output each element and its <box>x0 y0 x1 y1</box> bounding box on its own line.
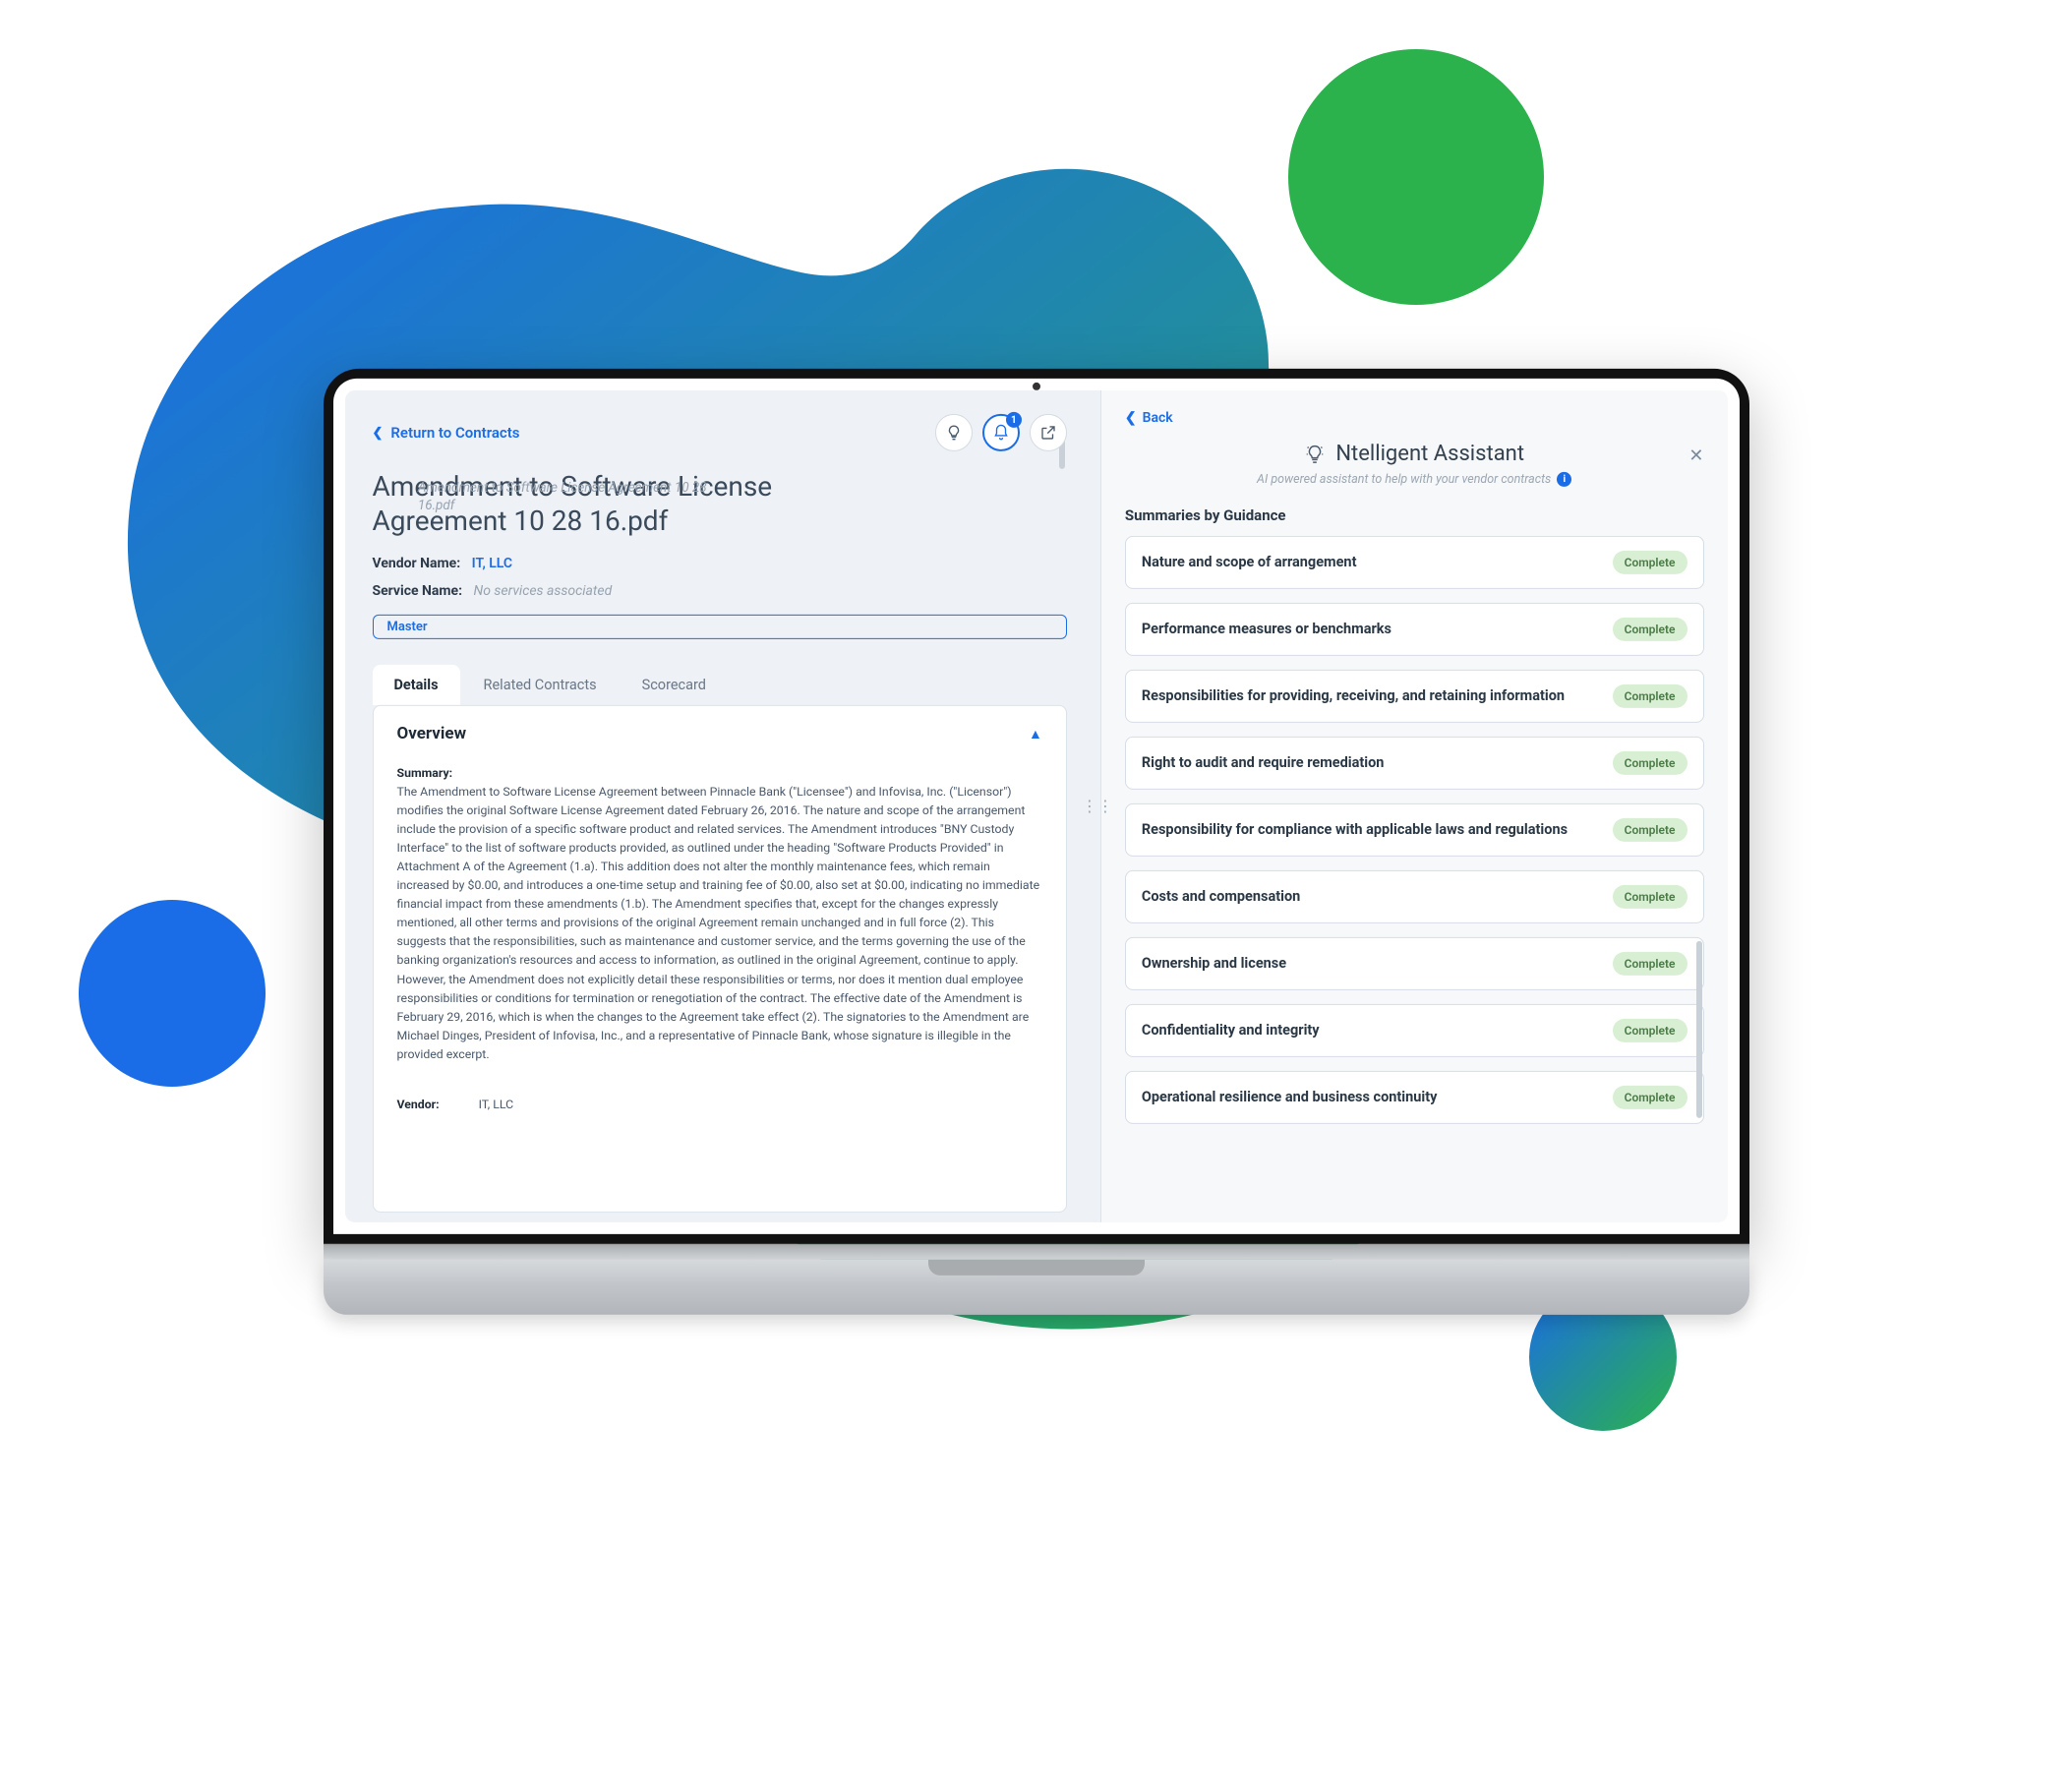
status-badge: Complete <box>1613 818 1687 842</box>
assistant-title-row: Ntelligent Assistant ✕ <box>1125 442 1704 466</box>
overview-vendor-row: Vendor: IT, LLC <box>397 1083 1042 1115</box>
laptop-mockup: ❮ Return to Contracts 1 <box>324 369 1749 1315</box>
tabs: Details Related Contracts Scorecard <box>373 665 1067 705</box>
close-assistant-button[interactable]: ✕ <box>1688 446 1703 466</box>
summary-item-title: Ownership and license <box>1142 954 1286 974</box>
status-badge: Complete <box>1613 551 1687 574</box>
sparkle-lightbulb-icon <box>1304 443 1326 464</box>
pane-divider[interactable]: ⋮⋮ <box>1095 390 1100 1222</box>
collapse-toggle[interactable]: ▲ <box>1029 725 1042 742</box>
app-window: ❮ Return to Contracts 1 <box>345 390 1728 1222</box>
summary-item[interactable]: Operational resilience and business cont… <box>1125 1071 1704 1124</box>
summary-item[interactable]: Responsibilities for providing, receivin… <box>1125 670 1704 723</box>
insights-button[interactable] <box>935 414 973 451</box>
file-subtitle: Amendment to Software License Agreement … <box>418 479 733 514</box>
summary-text: The Amendment to Software License Agreem… <box>397 784 1042 1065</box>
summaries-section-label: Summaries by Guidance <box>1125 506 1704 524</box>
vendor-name-label: Vendor Name: <box>373 556 461 571</box>
info-icon[interactable]: i <box>1557 472 1571 487</box>
summary-item[interactable]: Performance measures or benchmarks Comple… <box>1125 603 1704 656</box>
assistant-back-link[interactable]: ❮ Back <box>1125 410 1704 426</box>
status-badge: Complete <box>1613 885 1687 909</box>
tab-related-contracts[interactable]: Related Contracts <box>462 665 619 705</box>
status-badge: Complete <box>1613 1019 1687 1042</box>
status-badge: Complete <box>1613 952 1687 976</box>
vendor-name-link[interactable]: IT, LLC <box>472 556 512 571</box>
service-name-label: Service Name: <box>373 583 463 599</box>
status-badge: Complete <box>1613 684 1687 708</box>
summary-label: Summary: <box>397 765 1042 784</box>
drag-handle-icon: ⋮⋮ <box>1082 803 1113 809</box>
notification-badge: 1 <box>1006 412 1022 428</box>
summary-item-title: Confidentiality and integrity <box>1142 1021 1320 1040</box>
bell-icon <box>992 424 1010 442</box>
assistant-back-label: Back <box>1143 410 1173 426</box>
contract-type-chip: Master <box>373 615 1067 639</box>
summary-list: Nature and scope of arrangementCompleteP… <box>1125 536 1704 1124</box>
status-badge: Complete <box>1613 1086 1687 1109</box>
summary-item-title: Right to audit and require remediation <box>1142 753 1385 773</box>
summary-item-title: Operational resilience and business cont… <box>1142 1088 1438 1107</box>
overview-heading: Overview <box>397 724 467 743</box>
summary-item[interactable]: Responsibility for compliance with appli… <box>1125 803 1704 857</box>
summary-item[interactable]: Nature and scope of arrangement Complete <box>1125 536 1704 589</box>
overview-card: Overview ▲ Summary: The Amendment to Sof… <box>373 705 1067 1213</box>
return-label: Return to Contracts <box>390 424 519 442</box>
assistant-sub-text: AI powered assistant to help with your v… <box>1257 472 1551 487</box>
chevron-left-icon: ❮ <box>373 425 384 440</box>
summary-item-title: Responsibility for compliance with appli… <box>1142 820 1568 840</box>
summary-item-title: Nature and scope of arrangement <box>1142 553 1357 572</box>
status-badge: Complete <box>1613 618 1687 641</box>
summary-item[interactable]: Ownership and license Complete <box>1125 937 1704 990</box>
return-to-contracts-link[interactable]: ❮ Return to Contracts <box>373 424 520 442</box>
service-name-value: No services associated <box>474 583 613 599</box>
overview-vendor-label: Vendor: <box>397 1097 476 1115</box>
tab-details[interactable]: Details <box>373 665 460 705</box>
tab-scorecard[interactable]: Scorecard <box>621 665 728 705</box>
summary-item-title: Performance measures or benchmarks <box>1142 620 1391 639</box>
external-link-icon <box>1039 424 1057 442</box>
overview-vendor-value: IT, LLC <box>479 1099 514 1112</box>
summary-item[interactable]: Confidentiality and integrity Complete <box>1125 1004 1704 1057</box>
summary-item[interactable]: Right to audit and require remediation Co… <box>1125 737 1704 790</box>
summary-item[interactable]: Costs and compensation Complete <box>1125 870 1704 923</box>
service-name-row: Service Name: No services associated <box>373 583 1067 599</box>
scrollbar-thumb[interactable] <box>1696 941 1702 1118</box>
summary-item-title: Costs and compensation <box>1142 887 1300 907</box>
vendor-name-row: Vendor Name: IT, LLC <box>373 556 1067 571</box>
notifications-button[interactable]: 1 <box>982 414 1020 451</box>
assistant-sub: AI powered assistant to help with your v… <box>1125 472 1704 487</box>
assistant-title: Ntelligent Assistant <box>1335 442 1524 466</box>
camera-dot <box>1033 383 1040 390</box>
summary-item-title: Responsibilities for providing, receivin… <box>1142 686 1565 706</box>
lightbulb-icon <box>945 424 963 442</box>
status-badge: Complete <box>1613 751 1687 775</box>
chevron-left-icon: ❮ <box>1125 410 1137 426</box>
